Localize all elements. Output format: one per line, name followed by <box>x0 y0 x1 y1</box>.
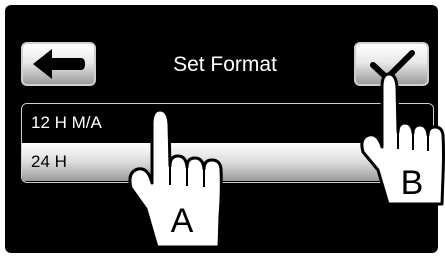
checkmark-icon <box>370 50 415 81</box>
page-title: Set Format <box>173 53 277 76</box>
confirm-button[interactable] <box>354 42 429 86</box>
list-item-label: 24 H <box>31 152 67 171</box>
list-item-label: 12 H M/A <box>31 113 102 132</box>
list-item-12h[interactable]: 12 H M/A <box>22 104 433 142</box>
back-button[interactable] <box>21 42 96 86</box>
list-item-24h[interactable]: 24 H <box>22 143 433 181</box>
device-screen: Set Format 12 H M/A 24 H <box>5 5 438 253</box>
time-format-list: 12 H M/A 24 H <box>21 103 434 183</box>
left-arrow-icon <box>33 49 85 79</box>
